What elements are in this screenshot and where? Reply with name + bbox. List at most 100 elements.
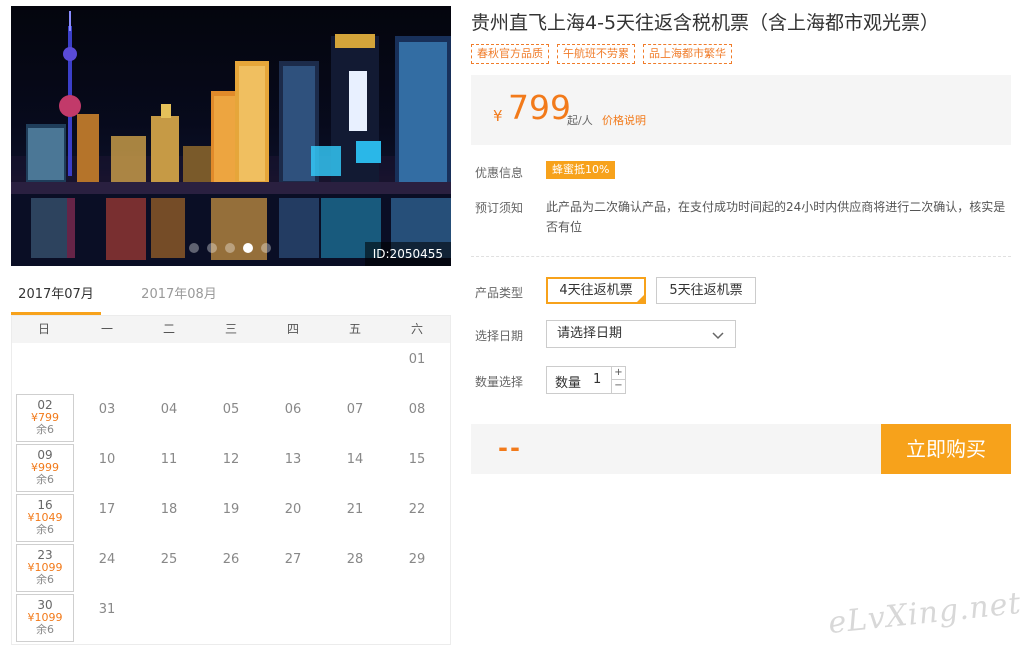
quantity-decrease-button[interactable]: − (611, 380, 625, 393)
site-watermark: eLvXing.net (826, 585, 1024, 642)
calendar-day: 22 (388, 494, 446, 542)
quantity-inner-label: 数量 (555, 376, 582, 391)
day-number: 21 (346, 502, 364, 517)
purchase-bar: -- 立即购买 (471, 424, 1011, 474)
carousel-dot[interactable] (225, 243, 235, 253)
carousel-dot[interactable] (189, 243, 199, 253)
day-remaining: 余6 (36, 573, 54, 586)
calendar-day: 24 (78, 544, 136, 592)
departure-calendar: 日 一 二 三 四 五 六 01 02 ¥799 余6 03 04 05 06 07 08 09 ¥9… (11, 315, 451, 645)
day-number: 03 (98, 402, 116, 417)
shanghai-night-skyline-image (11, 11, 451, 266)
day-number: 29 (408, 552, 426, 567)
day-remaining: 余6 (36, 523, 54, 536)
day-number: 18 (160, 502, 178, 517)
quantity-value[interactable]: 1 (593, 372, 601, 387)
calendar-day-available[interactable]: 09 ¥999 余6 (16, 444, 74, 492)
calendar-day-available[interactable]: 30 ¥1099 余6 (16, 594, 74, 642)
date-select-dropdown[interactable]: 请选择日期 (546, 320, 736, 348)
calendar-day: 15 (388, 444, 446, 492)
weekday-label: 五 (348, 322, 361, 336)
day-number: 26 (222, 552, 240, 567)
product-type-5day-button[interactable]: 5天往返机票 (656, 277, 756, 304)
day-number: 25 (160, 552, 178, 567)
calendar-day: 13 (264, 444, 322, 492)
day-number: 04 (160, 402, 178, 417)
tab-month-august[interactable]: 2017年08月 (119, 279, 239, 315)
weekday-label: 日 (37, 322, 50, 336)
calendar-day-available[interactable]: 02 ¥799 余6 (16, 394, 74, 442)
weekday-label: 二 (162, 322, 175, 336)
price-box: ¥ 799 起/人 价格说明 (471, 75, 1011, 145)
calendar-day: 06 (264, 394, 322, 442)
quantity-stepper[interactable]: 数量 1 + − (546, 366, 626, 394)
photo-id-label: ID:2050455 (364, 242, 451, 266)
day-number: 28 (346, 552, 364, 567)
calendar-day-available[interactable]: 16 ¥1049 余6 (16, 494, 74, 542)
calendar-day: 08 (388, 394, 446, 442)
day-number: 02 (37, 398, 53, 412)
day-number: 09 (37, 448, 53, 462)
tab-month-july[interactable]: 2017年07月 (11, 279, 101, 315)
calendar-day: 07 (326, 394, 384, 442)
calendar-day: 29 (388, 544, 446, 592)
calendar-day: 31 (78, 594, 136, 642)
day-number: 16 (37, 498, 53, 512)
calendar-day: 17 (78, 494, 136, 542)
product-tag: 春秋官方品质 (471, 44, 549, 64)
booking-notice-text: 此产品为二次确认产品，在支付成功时间起的24小时内供应商将进行二次确认，核实是否… (546, 200, 1006, 234)
price-amount: 799 (508, 88, 571, 127)
chevron-down-icon (712, 332, 724, 340)
day-number: 08 (408, 402, 426, 417)
section-divider (471, 256, 1011, 257)
day-number: 30 (37, 598, 53, 612)
day-number: 05 (222, 402, 240, 417)
price-explanation-link[interactable]: 价格说明 (602, 112, 646, 128)
day-number: 23 (37, 548, 53, 562)
carousel-dot[interactable] (261, 243, 271, 253)
day-number: 12 (222, 452, 240, 467)
calendar-day: 11 (140, 444, 198, 492)
carousel-dot-active[interactable] (243, 243, 253, 253)
day-number: 22 (408, 502, 426, 517)
weekday-label: 三 (224, 322, 237, 336)
calendar-day-available[interactable]: 23 ¥1099 余6 (16, 544, 74, 592)
buy-now-button[interactable]: 立即购买 (881, 424, 1011, 474)
day-number: 10 (98, 452, 116, 467)
calendar-day: 04 (140, 394, 198, 442)
product-photo-carousel[interactable]: ID:2050455 (11, 6, 451, 266)
promo-badge: 蜂蜜抵10% (546, 161, 616, 179)
carousel-dot[interactable] (207, 243, 217, 253)
weekday-label: 一 (100, 322, 113, 336)
price-unit: 起/人 (567, 114, 593, 127)
calendar-day: 26 (202, 544, 260, 592)
weekday-label: 六 (410, 322, 423, 336)
weekday-label: 四 (286, 322, 299, 336)
date-select-placeholder: 请选择日期 (557, 326, 623, 341)
day-number: 07 (346, 402, 364, 417)
day-number: 19 (222, 502, 240, 517)
calendar-day: 05 (202, 394, 260, 442)
calendar-day: 03 (78, 394, 136, 442)
quantity-label: 数量选择 (475, 375, 524, 389)
calendar-day: 19 (202, 494, 260, 542)
day-number: 01 (408, 352, 426, 367)
select-date-label: 选择日期 (475, 329, 524, 343)
quantity-increase-button[interactable]: + (611, 367, 625, 380)
day-number: 20 (284, 502, 302, 517)
day-number: 11 (160, 452, 178, 467)
day-number: 17 (98, 502, 116, 517)
day-remaining: 余6 (36, 473, 54, 486)
calendar-day: 14 (326, 444, 384, 492)
product-type-4day-button[interactable]: 4天往返机票 (546, 277, 646, 304)
calendar-day: 01 (388, 344, 446, 392)
day-remaining: 余6 (36, 623, 54, 636)
product-tag: 午航班不劳累 (557, 44, 635, 64)
day-number: 15 (408, 452, 426, 467)
calendar-day: 25 (140, 544, 198, 592)
currency-symbol: ¥ (493, 107, 503, 125)
calendar-day: 28 (326, 544, 384, 592)
calendar-day: 27 (264, 544, 322, 592)
promo-info-label: 优惠信息 (475, 166, 524, 180)
product-tags: 春秋官方品质 午航班不劳累 品上海都市繁华 (471, 44, 732, 64)
